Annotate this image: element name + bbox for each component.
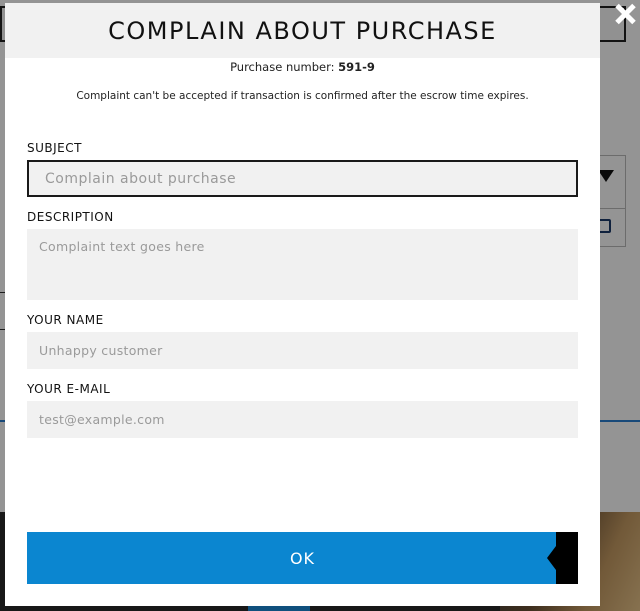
escrow-notice: Complaint can't be accepted if transacti…: [76, 90, 529, 102]
subject-input[interactable]: [27, 160, 578, 197]
ok-button[interactable]: OK: [27, 532, 578, 584]
close-icon[interactable]: [610, 0, 640, 30]
purchase-info: Purchase number: 591-9: [5, 60, 600, 74]
name-input[interactable]: [27, 332, 578, 369]
complaint-modal: COMPLAIN ABOUT PURCHASE Purchase number:…: [5, 3, 600, 606]
email-label: YOUR E-MAIL: [27, 382, 111, 396]
modal-title: COMPLAIN ABOUT PURCHASE: [108, 16, 497, 45]
button-notch-block: [556, 532, 578, 584]
purchase-number-label: Purchase number:: [230, 60, 335, 74]
button-notch-decoration: [547, 546, 556, 570]
description-textarea[interactable]: [27, 229, 578, 300]
name-label: YOUR NAME: [27, 313, 104, 327]
modal-header: COMPLAIN ABOUT PURCHASE: [5, 3, 600, 58]
subject-label: SUBJECT: [27, 141, 82, 155]
description-label: DESCRIPTION: [27, 210, 114, 224]
ok-button-label: OK: [289, 549, 316, 568]
purchase-number: 591-9: [338, 60, 375, 74]
email-input[interactable]: [27, 401, 578, 438]
